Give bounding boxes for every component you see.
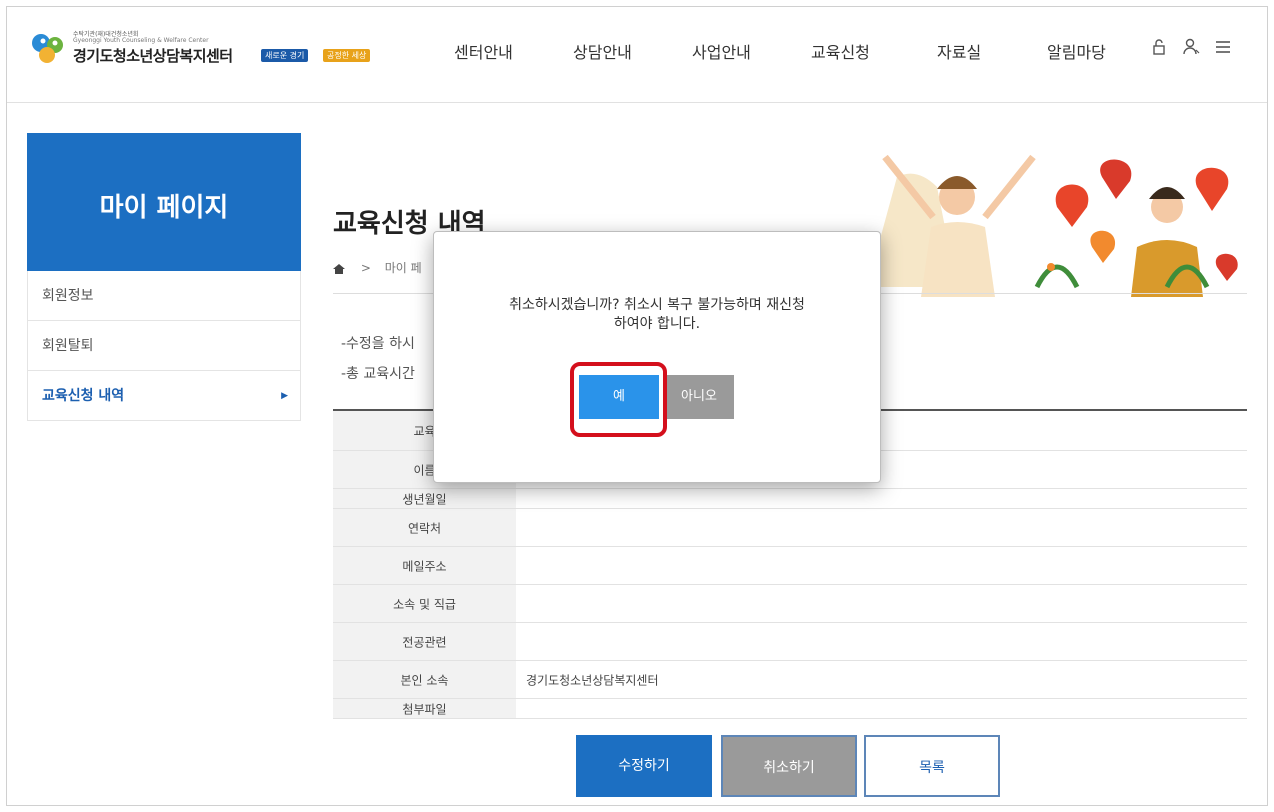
breadcrumb-current[interactable]: 마이 페: [385, 261, 422, 275]
confirm-dialog: 취소하시겠습니까? 취소시 복구 불가능하며 재신청 하여야 합니다. 예 아니…: [433, 231, 881, 483]
nav-notice[interactable]: 알림마당: [1047, 39, 1106, 63]
table-row: 메일주소: [333, 547, 1247, 585]
user-icon[interactable]: [1181, 37, 1201, 57]
row-label: 본인 소속: [400, 673, 449, 687]
sidebar-header: 마이 페이지: [27, 133, 301, 271]
slogan-badge-1: 새로운 경기: [261, 49, 309, 62]
dialog-yes-button[interactable]: 예: [579, 375, 659, 419]
site-logo[interactable]: 수탁기관(재)대건청소년회 Gyeonggi Youth Counseling …: [29, 29, 399, 69]
row-label: 소속 및 직급: [393, 597, 456, 611]
logo-emblem-icon: [32, 34, 63, 63]
row-value: 경기도청소년상담복지센터: [526, 673, 659, 687]
sidebar-item-label: 회원탈퇴: [42, 338, 94, 354]
sidebar-item-member-info[interactable]: 회원정보: [27, 271, 301, 321]
table-row: 소속 및 직급: [333, 585, 1247, 623]
cancel-application-button[interactable]: 취소하기: [721, 735, 857, 797]
table-row: 본인 소속 경기도청소년상담복지센터: [333, 661, 1247, 699]
dialog-message-line-2: 하여야 합니다.: [613, 316, 701, 332]
dialog-message: 취소하시겠습니까? 취소시 복구 불가능하며 재신청 하여야 합니다.: [454, 296, 860, 334]
slogan-badge-2: 공정한 세상: [323, 49, 371, 62]
caret-right-icon: ▶: [281, 391, 288, 401]
sidebar-title: 마이 페이지: [99, 193, 229, 223]
row-label: 전공관련: [402, 635, 447, 649]
notice-line-1: -수정을 하시: [341, 336, 415, 352]
dialog-message-line-1: 취소하시겠습니까? 취소시 복구 불가능하며 재신청: [509, 297, 805, 313]
nav-counseling-info[interactable]: 상담안내: [573, 39, 632, 63]
sidebar-item-withdraw[interactable]: 회원탈퇴: [27, 321, 301, 371]
logo-title: 경기도청소년상담복지센터: [73, 47, 233, 65]
table-row: 생년월일: [333, 489, 1247, 509]
lock-icon[interactable]: [1149, 37, 1169, 57]
sidebar-item-education-history[interactable]: 교육신청 내역 ▶: [27, 371, 301, 421]
chevron-right-icon: >: [360, 261, 371, 275]
browser-frame: 수탁기관(재)대건청소년회 Gyeonggi Youth Counseling …: [6, 6, 1268, 806]
table-row: 첨부파일: [333, 699, 1247, 719]
nav-education-apply[interactable]: 교육신청: [811, 39, 870, 63]
site-header: 수탁기관(재)대건청소년회 Gyeonggi Youth Counseling …: [7, 7, 1267, 103]
notice-line-2: -총 교육시간: [341, 366, 415, 382]
row-label: 연락처: [407, 521, 442, 535]
nav-business-info[interactable]: 사업안내: [692, 39, 751, 63]
row-label: 메일주소: [402, 559, 447, 573]
menu-icon[interactable]: [1213, 37, 1233, 57]
logo-english-name: Gyeonggi Youth Counseling & Welfare Cent…: [73, 37, 209, 44]
home-icon[interactable]: [333, 263, 345, 274]
row-label: 생년월일: [402, 492, 447, 506]
sidebar-menu: 회원정보 회원탈퇴 교육신청 내역 ▶: [27, 271, 301, 421]
dialog-no-button[interactable]: 아니오: [664, 375, 734, 419]
table-row: 전공관련: [333, 623, 1247, 661]
table-row: 연락처: [333, 509, 1247, 547]
sidebar-item-label: 회원정보: [42, 288, 94, 304]
list-button[interactable]: 목록: [864, 735, 1000, 797]
nav-center-info[interactable]: 센터안내: [454, 39, 513, 63]
breadcrumb: > 마이 페: [333, 259, 422, 276]
edit-button[interactable]: 수정하기: [576, 735, 712, 797]
nav-resources[interactable]: 자료실: [937, 39, 981, 63]
sidebar-item-label: 교육신청 내역: [42, 388, 125, 404]
banner-illustration: [854, 154, 1238, 297]
row-label: 첨부파일: [402, 702, 447, 716]
